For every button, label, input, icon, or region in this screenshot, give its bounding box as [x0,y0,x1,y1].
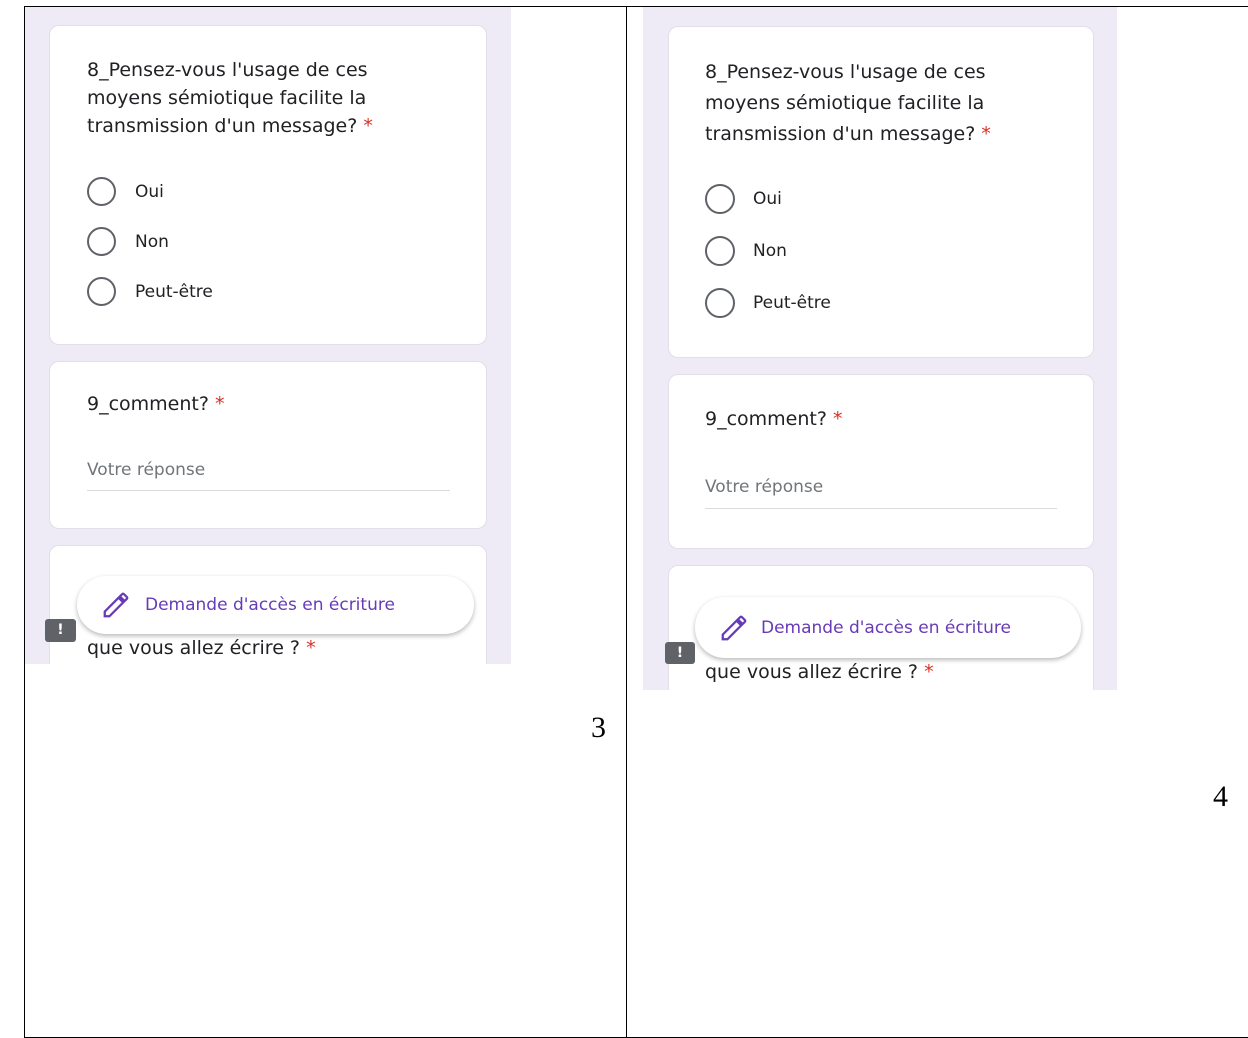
radio-button[interactable] [705,288,735,318]
required-asterisk: * [363,115,373,138]
pencil-icon [101,590,131,620]
required-asterisk: * [833,408,843,430]
question-9-title: 9_comment? * [87,393,225,415]
question-card-8: 8_Pensez-vous l'usage de ces moyens sémi… [668,26,1094,358]
question-card-9: 9_comment? * Votre réponse [668,374,1094,549]
question-partial-title: que vous allez écrire ? * [705,661,934,683]
option-oui[interactable]: Oui [87,177,164,206]
option-peut-etre[interactable]: Peut-être [705,288,831,318]
required-asterisk: * [981,123,991,146]
answer-input[interactable]: Votre réponse [87,460,450,491]
feedback-icon[interactable]: ! [45,619,76,642]
option-non[interactable]: Non [705,236,787,266]
form-screenshot-left: 8_Pensez-vous l'usage de ces moyens sémi… [25,7,511,664]
answer-input[interactable]: Votre réponse [705,477,1057,509]
page-number-3: 3 [591,711,606,744]
radio-button[interactable] [87,277,116,306]
required-asterisk: * [924,661,934,683]
form-screenshot-right: 8_Pensez-vous l'usage de ces moyens sémi… [643,7,1117,690]
request-edit-access-button[interactable]: Demande d'accès en écriture [695,597,1081,658]
question-8-title: 8_Pensez-vous l'usage de ces moyens sémi… [705,61,991,146]
page-number-4: 4 [1213,780,1228,813]
radio-button[interactable] [705,184,735,214]
request-edit-access-button[interactable]: Demande d'accès en écriture [77,576,474,634]
radio-button[interactable] [87,227,116,256]
question-partial-title: que vous allez écrire ? * [87,637,316,659]
radio-button[interactable] [87,177,116,206]
radio-button[interactable] [705,236,735,266]
question-card-8: 8_Pensez-vous l'usage de ces moyens sémi… [49,25,487,345]
pencil-icon [719,613,749,643]
option-oui[interactable]: Oui [705,184,782,214]
option-non[interactable]: Non [87,227,169,256]
feedback-icon[interactable]: ! [665,642,695,664]
required-asterisk: * [215,393,225,415]
required-asterisk: * [306,637,316,659]
question-9-title: 9_comment? * [705,408,843,430]
option-peut-etre[interactable]: Peut-être [87,277,213,306]
question-card-9: 9_comment? * Votre réponse [49,361,487,529]
question-8-title: 8_Pensez-vous l'usage de ces moyens sémi… [87,59,373,138]
